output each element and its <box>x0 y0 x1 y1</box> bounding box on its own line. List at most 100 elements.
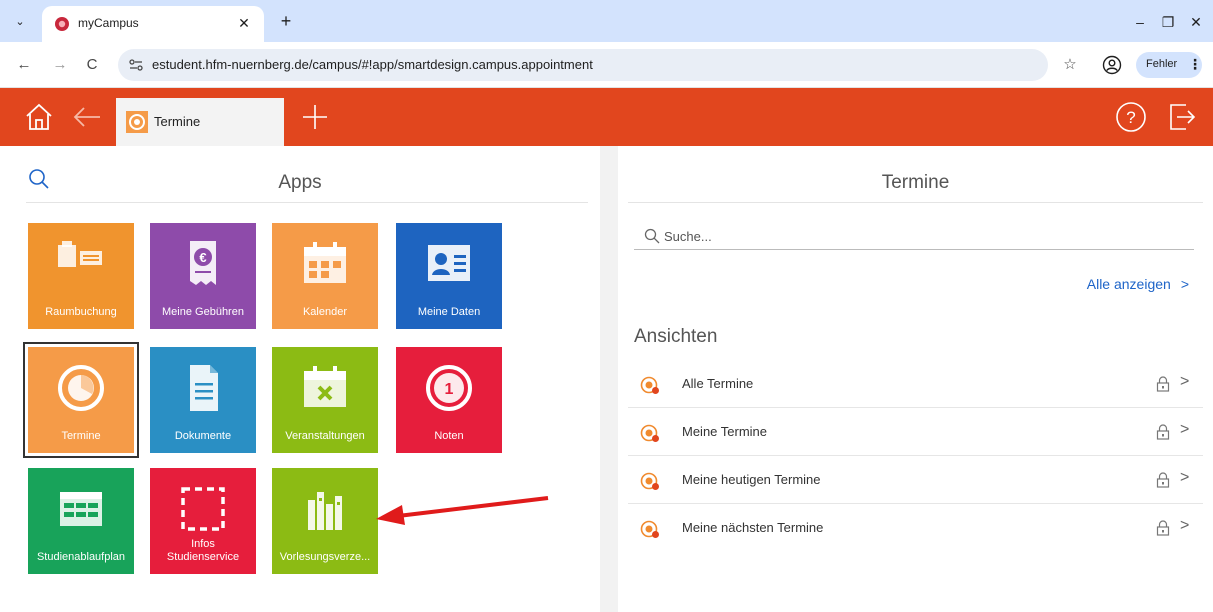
fees-icon: € <box>190 241 216 285</box>
view-row-label: Meine Termine <box>682 424 768 439</box>
app-tile-label: Studienablaufplan <box>36 551 126 563</box>
window-restore-icon[interactable]: ❐ <box>1156 10 1180 34</box>
address-url-text: estudent.hfm-nuernberg.de/campus/#!app/s… <box>152 57 593 72</box>
add-tab-plus-icon[interactable] <box>298 100 332 134</box>
appointments-icon <box>640 520 659 538</box>
help-icon[interactable]: ? <box>1114 100 1148 134</box>
appointments-icon <box>640 472 659 490</box>
appointments-icon <box>640 424 659 442</box>
appointments-icon <box>126 111 148 133</box>
show-all-link[interactable]: Alle anzeigen > <box>1087 276 1189 292</box>
site-settings-icon[interactable] <box>128 57 144 73</box>
app-tile-termine[interactable]: Termine <box>23 342 139 458</box>
browser-tab-title: myCampus <box>78 16 139 30</box>
chevron-right-icon: > <box>1180 517 1190 534</box>
apps-title: Apps <box>278 172 322 193</box>
id-card-icon <box>428 245 470 281</box>
tab-close-icon[interactable]: ✕ <box>234 13 254 33</box>
view-row-label: Alle Termine <box>682 376 754 391</box>
app-tile-label: Dokumente <box>174 430 232 442</box>
termine-title: Termine <box>881 172 950 193</box>
app-tile-dokumente[interactable]: Dokumente <box>150 347 256 453</box>
lock-icon <box>1156 520 1170 536</box>
chevron-right-icon: > <box>1180 421 1190 438</box>
app-tile-kalender[interactable]: Kalender <box>272 223 378 329</box>
error-chip-label: Fehler <box>1146 58 1178 70</box>
app-tile-meine-gebuehren[interactable]: € Meine Gebühren <box>150 223 256 329</box>
panel-divider <box>600 146 618 612</box>
course-catalog-icon <box>308 492 342 530</box>
termine-divider <box>628 202 1203 203</box>
svg-text:1: 1 <box>445 381 454 398</box>
lock-icon <box>1156 424 1170 440</box>
app-tile-label: Kalender <box>302 306 348 318</box>
app-tile-label: Termine <box>61 430 101 442</box>
chevron-right-icon: > <box>1180 373 1190 390</box>
info-service-icon <box>181 487 225 531</box>
tab-list-chevron-icon[interactable]: ⌄ <box>10 12 30 32</box>
app-tile-noten[interactable]: 1 Noten <box>396 347 502 453</box>
back-arrow-icon[interactable]: ← <box>14 55 34 75</box>
document-icon <box>190 365 218 411</box>
svg-text:?: ? <box>1126 108 1135 127</box>
app-tile-label: Raumbuchung <box>45 306 117 318</box>
search-icon <box>644 228 660 244</box>
show-all-label: Alle anzeigen <box>1086 276 1171 292</box>
new-tab-plus-icon[interactable]: + <box>276 12 296 32</box>
view-row-alle-termine[interactable]: Alle Termine > <box>628 360 1203 408</box>
app-tile-raumbuchung[interactable]: Raumbuchung <box>28 223 134 329</box>
events-icon <box>304 366 346 407</box>
app-tile-label: Noten <box>434 430 464 442</box>
lock-icon <box>1156 376 1170 392</box>
app-tile-vorlesungsverzeichnis[interactable]: Vorlesungsverze... <box>272 468 378 574</box>
window-close-icon[interactable]: ✕ <box>1184 10 1208 34</box>
grades-icon: 1 <box>426 365 472 411</box>
window-minimize-icon[interactable]: – <box>1128 10 1152 34</box>
room-booking-icon <box>58 241 102 267</box>
browser-tab-mycampus[interactable]: myCampus ✕ <box>42 6 264 42</box>
view-row-label: Meine heutigen Termine <box>682 472 821 487</box>
back-arrow-icon[interactable] <box>70 100 104 134</box>
view-row-meine-heutigen-termine[interactable]: Meine heutigen Termine > <box>628 456 1203 504</box>
view-row-meine-naechsten-termine[interactable]: Meine nächsten Termine > <box>628 504 1203 552</box>
mycampus-favicon-icon <box>55 17 69 31</box>
reload-icon[interactable]: C <box>82 55 102 75</box>
app-tile-meine-daten[interactable]: Meine Daten <box>396 223 502 329</box>
bookmark-star-icon[interactable]: ☆ <box>1060 55 1080 75</box>
browser-toolbar: ← → C estudent.hfm-nuernberg.de/campus/#… <box>0 42 1213 88</box>
apps-divider <box>26 202 588 203</box>
termine-search-box[interactable] <box>634 222 1194 250</box>
svg-text:€: € <box>199 250 206 265</box>
address-bar[interactable]: estudent.hfm-nuernberg.de/campus/#!app/s… <box>118 49 1048 81</box>
view-row-meine-termine[interactable]: Meine Termine > <box>628 408 1203 456</box>
app-header-bar: Termine ? <box>0 88 1213 146</box>
app-tile-infos-studienservice[interactable]: Infos Studienservice <box>150 468 256 574</box>
app-tile-studienablaufplan[interactable]: Studienablaufplan <box>28 468 134 574</box>
app-tile-label: Infos Studienservice <box>166 538 240 563</box>
browser-menu-icon[interactable]: ⋮ <box>1188 56 1202 73</box>
annotation-arrow-icon <box>376 496 549 525</box>
app-tile-label: Veranstaltungen <box>285 430 365 442</box>
appointments-icon <box>58 365 104 411</box>
browser-tabstrip: ⌄ myCampus ✕ + – ❐ ✕ <box>0 0 1213 42</box>
lock-icon <box>1156 472 1170 488</box>
error-chip-button[interactable]: Fehler ⋮ <box>1136 52 1202 78</box>
chevron-right-icon: > <box>1180 276 1189 292</box>
logout-icon[interactable] <box>1164 100 1198 134</box>
appointments-icon <box>640 376 659 394</box>
termine-panel: Termine Alle anzeigen > Ansichten Alle Te… <box>618 146 1213 612</box>
app-tile-label: Meine Gebühren <box>162 306 244 318</box>
view-row-label: Meine nächsten Termine <box>682 520 824 535</box>
termine-search-input[interactable] <box>664 226 1184 246</box>
calendar-icon <box>304 242 346 283</box>
chevron-right-icon: > <box>1180 469 1190 486</box>
app-tab-label: Termine <box>154 114 201 129</box>
apps-panel: Apps Raumbuchung € Meine Gebühren Kalend… <box>0 146 600 612</box>
app-tile-label: Meine Daten <box>417 306 481 318</box>
home-icon[interactable] <box>22 100 56 134</box>
app-tile-veranstaltungen[interactable]: Veranstaltungen <box>272 347 378 453</box>
app-tab-termine[interactable]: Termine <box>116 98 284 146</box>
forward-arrow-icon[interactable]: → <box>50 55 70 75</box>
profile-avatar-icon[interactable] <box>1102 55 1122 75</box>
study-plan-icon <box>60 492 102 526</box>
